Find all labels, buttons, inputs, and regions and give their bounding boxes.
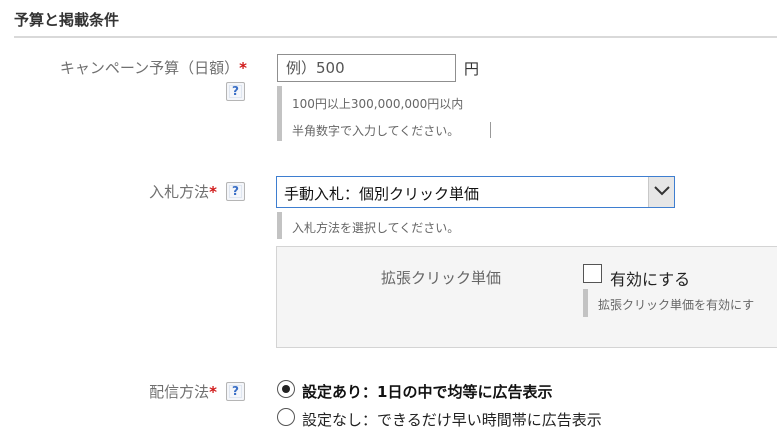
budget-label-text: キャンペーン予算（日額）: [59, 59, 240, 77]
enhanced-cpc-hint: 拡張クリック単価を有効にす: [598, 298, 755, 312]
budget-label: キャンペーン予算（日額）*: [60, 57, 247, 78]
hint-bar: [277, 212, 282, 239]
required-mark: *: [239, 59, 247, 77]
select-dropdown-button[interactable]: [648, 177, 674, 207]
enhanced-cpc-checkbox[interactable]: [583, 264, 602, 283]
hint-bar-end: [490, 122, 491, 138]
budget-hint-format: 半角数字で入力してください。: [292, 124, 460, 138]
budget-input[interactable]: [277, 54, 456, 82]
help-icon[interactable]: ?: [226, 182, 245, 201]
budget-unit: 円: [464, 60, 480, 78]
required-mark: *: [209, 183, 217, 201]
bidding-label: 入札方法*: [149, 181, 217, 202]
delivery-option-fast-label[interactable]: 設定なし：できるだけ早い時間帯に広告表示: [302, 409, 602, 430]
budget-hint-range: 100円以上300,000,000円以内: [292, 97, 464, 111]
hint-bar: [277, 86, 282, 141]
radio-selected-dot: [281, 384, 290, 393]
section-title: 予算と掲載条件: [14, 11, 120, 29]
delivery-option-even-label[interactable]: 設定あり：1日の中で均等に広告表示: [302, 381, 552, 402]
hint-bar: [583, 289, 588, 317]
enhanced-cpc-panel: 拡張クリック単価 有効にする 拡張クリック単価を有効にす: [276, 246, 777, 348]
help-icon[interactable]: ?: [226, 382, 245, 401]
delivery-label: 配信方法*: [149, 381, 217, 402]
bidding-select[interactable]: 手動入札：個別クリック単価: [276, 176, 675, 208]
bidding-label-text: 入札方法: [149, 183, 210, 201]
section-divider: [14, 36, 777, 38]
chevron-down-icon: [654, 186, 670, 196]
enhanced-cpc-label: 拡張クリック単価: [381, 269, 502, 287]
delivery-label-text: 配信方法: [149, 383, 210, 401]
enhanced-cpc-checkbox-label[interactable]: 有効にする: [610, 266, 690, 290]
delivery-radio-fast[interactable]: [277, 408, 295, 426]
help-icon[interactable]: ?: [226, 82, 245, 101]
required-mark: *: [209, 383, 217, 401]
bidding-hint: 入札方法を選択してください。: [292, 221, 460, 235]
delivery-radio-even[interactable]: [277, 380, 295, 398]
bidding-select-value: 手動入札：個別クリック単価: [284, 185, 480, 203]
